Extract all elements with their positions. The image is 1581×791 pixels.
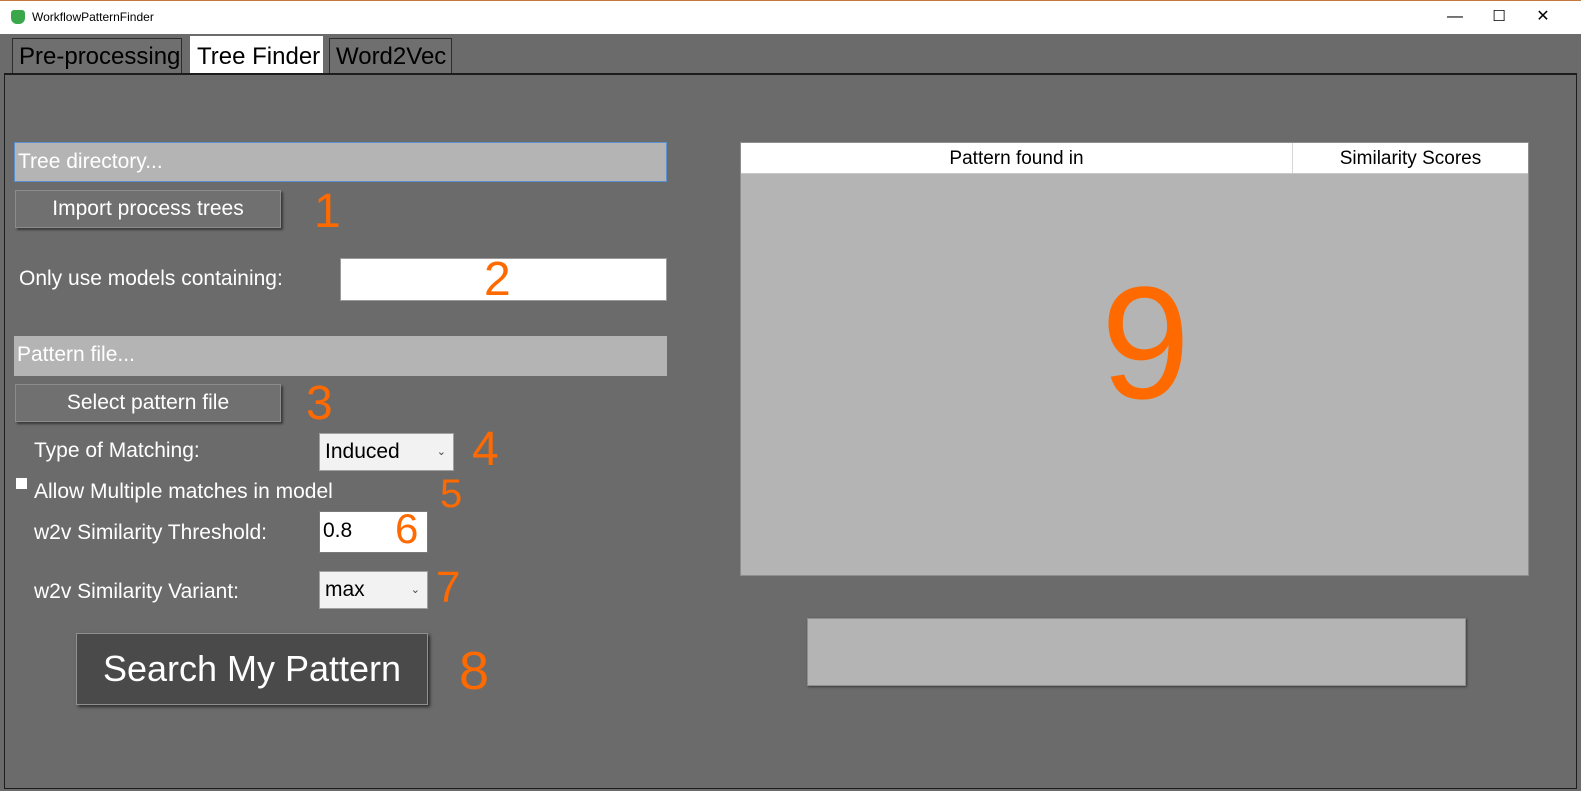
matching-type-label: Type of Matching:: [34, 439, 200, 462]
only-models-label: Only use models containing:: [19, 267, 283, 290]
annotation-2: 2: [484, 253, 511, 306]
matching-type-select[interactable]: Induced ⌄: [319, 433, 454, 471]
column-header-pattern-found-in[interactable]: Pattern found in: [741, 143, 1292, 173]
tab-strip: Pre-processing Tree Finder Word2Vec: [0, 34, 1581, 76]
variant-value: max: [325, 578, 365, 601]
annotation-5: 5: [440, 472, 463, 516]
annotation-7: 7: [436, 563, 461, 612]
variant-select[interactable]: max ⌄: [319, 571, 428, 609]
variant-label: w2v Similarity Variant:: [34, 580, 239, 603]
window-title: WorkflowPatternFinder: [32, 10, 154, 24]
annotation-4: 4: [472, 423, 499, 476]
import-process-trees-button[interactable]: Import process trees: [15, 190, 281, 228]
annotation-1: 1: [314, 185, 341, 238]
threshold-label: w2v Similarity Threshold:: [34, 521, 268, 544]
matching-type-value: Induced: [325, 440, 400, 463]
column-header-similarity-scores[interactable]: Similarity Scores: [1293, 143, 1528, 173]
minimize-icon[interactable]: —: [1444, 7, 1466, 27]
search-my-pattern-button[interactable]: Search My Pattern: [76, 633, 428, 705]
pattern-file-field[interactable]: Pattern file...: [14, 336, 667, 376]
annotation-9: 9: [1101, 253, 1190, 432]
chevron-down-icon: ⌄: [410, 584, 420, 596]
annotation-8: 8: [459, 641, 490, 701]
tab-tree-finder[interactable]: Tree Finder: [190, 36, 323, 76]
tab-pre-processing[interactable]: Pre-processing: [12, 38, 182, 74]
maximize-icon[interactable]: ☐: [1488, 7, 1510, 27]
select-pattern-file-button[interactable]: Select pattern file: [15, 384, 281, 422]
allow-multiple-checkbox[interactable]: [16, 478, 27, 489]
tab-word2vec[interactable]: Word2Vec: [329, 38, 452, 74]
annotation-3: 3: [306, 377, 333, 430]
close-icon[interactable]: ✕: [1532, 7, 1554, 27]
allow-multiple-label: Allow Multiple matches in model: [34, 480, 333, 503]
status-output-box: [807, 618, 1466, 686]
app-icon: [11, 10, 25, 24]
annotation-6: 6: [395, 505, 419, 552]
tree-directory-field[interactable]: Tree directory...: [14, 142, 667, 182]
results-table[interactable]: Pattern found in Similarity Scores 9: [740, 142, 1529, 576]
chevron-down-icon: ⌄: [436, 446, 446, 458]
results-table-header: Pattern found in Similarity Scores: [741, 143, 1528, 174]
title-bar: WorkflowPatternFinder — ☐ ✕: [0, 0, 1581, 34]
